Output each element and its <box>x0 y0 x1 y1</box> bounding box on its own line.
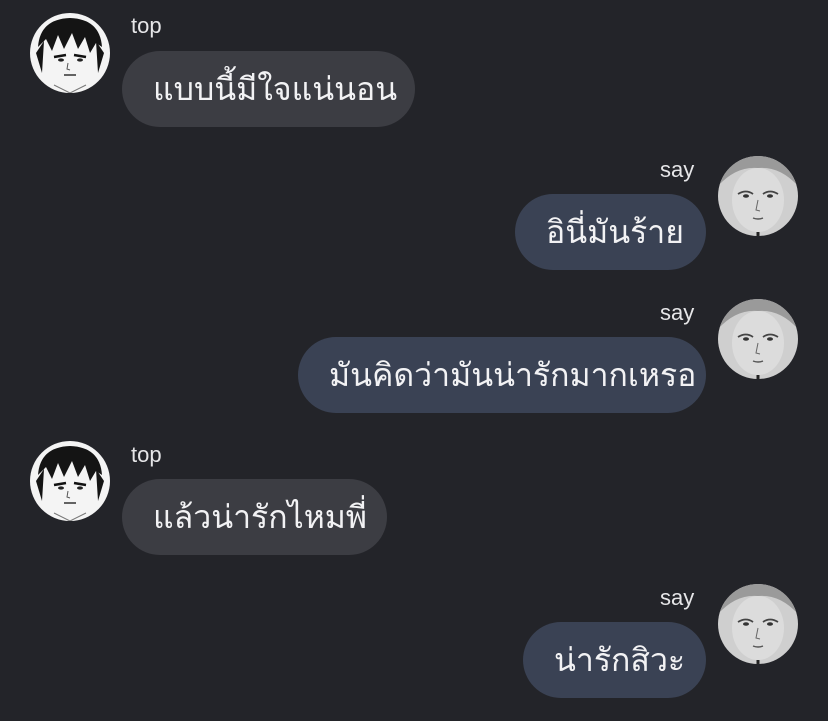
message-bubble[interactable]: มันคิดว่ามันน่ารักมากเหรอ <box>298 337 706 413</box>
message-bubble[interactable]: แบบนี้มีใจแน่นอน <box>122 51 415 127</box>
avatar-say-image <box>718 584 798 664</box>
avatar-say[interactable] <box>718 299 798 379</box>
sender-name: say <box>660 300 695 325</box>
avatar-top-image <box>30 13 110 93</box>
avatar-top[interactable] <box>30 441 110 521</box>
avatar-top[interactable] <box>30 13 110 93</box>
avatar-say-image <box>718 156 798 236</box>
avatar-say-image <box>718 299 798 379</box>
sender-name: say <box>660 585 695 610</box>
chat-thread: top แบบนี้มีใจแน่นอน say อินี่มันร้าย sa… <box>0 0 828 721</box>
message-bubble[interactable]: อินี่มันร้าย <box>515 194 706 270</box>
avatar-say[interactable] <box>718 156 798 236</box>
sender-name: say <box>660 157 695 182</box>
sender-name: top <box>131 442 162 467</box>
sender-name: top <box>131 13 162 38</box>
avatar-top-image <box>30 441 110 521</box>
message-bubble[interactable]: แล้วน่ารักไหมพี่ <box>122 479 387 555</box>
message-bubble[interactable]: น่ารักสิวะ <box>523 622 706 698</box>
avatar-say[interactable] <box>718 584 798 664</box>
